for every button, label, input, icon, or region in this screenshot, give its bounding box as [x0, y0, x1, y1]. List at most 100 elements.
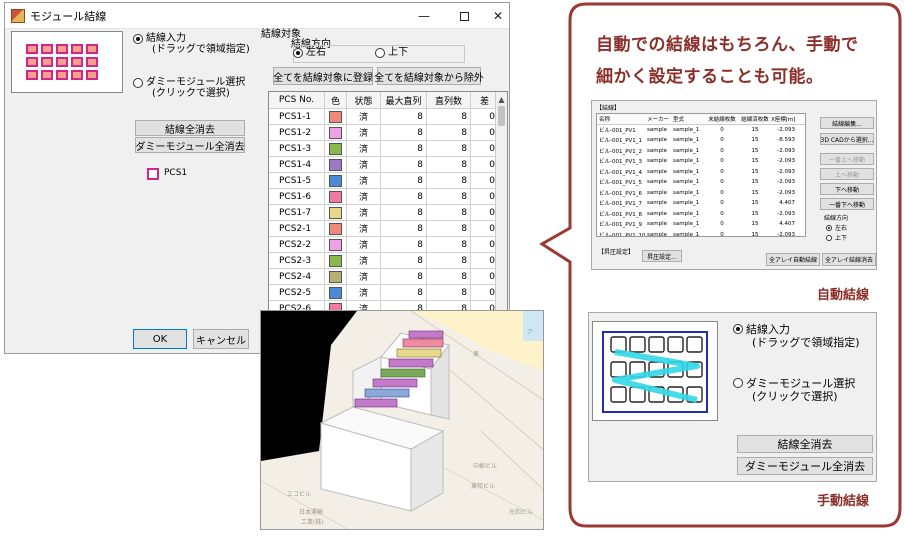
table-row[interactable]: ビル-001_PV1_1 sample sample_1 0 15 -8.593 [597, 135, 805, 146]
move-up-button[interactable]: 上へ移動 [820, 168, 874, 180]
cell-x: -2.093 [777, 126, 795, 133]
col-unwired[interactable]: 未結線枚数 [703, 115, 739, 123]
table-row[interactable]: ビル-001_PV1_3 sample sample_1 0 15 -2.093 [597, 156, 805, 167]
move-bottom-button[interactable]: 一番下へ移動 [820, 198, 874, 210]
cell-wired: 15 [751, 147, 759, 154]
cell-x: 4.407 [779, 200, 795, 207]
cell-maker: sample [647, 231, 667, 237]
cell-x: -2.093 [777, 210, 795, 217]
cell-unwired: 0 [720, 126, 724, 133]
array-table: 名称 メーカー 型式 未結線枚数 結線済枚数 X座標[m] ビル-001_PV1… [596, 113, 806, 237]
cell-unwired: 0 [720, 200, 724, 207]
radio-auto-dir-ud-label: 上下 [835, 235, 848, 242]
radio-manual-wiring-input-label: 結線入力 [746, 323, 790, 336]
radio-dot[interactable] [733, 378, 743, 388]
cell-unwired: 0 [720, 168, 724, 175]
cell-name: ビル-001_PV1_3 [599, 159, 643, 166]
manual-layout-canvas[interactable] [592, 321, 718, 421]
clear-all-wiring-button[interactable]: 全アレイ結線消去 [822, 253, 876, 266]
radio-dot[interactable] [733, 324, 743, 334]
cell-name: ビル-001_PV1_10 [599, 232, 645, 237]
cell-wired: 15 [751, 126, 759, 133]
select-from-3dcad-button[interactable]: 3D CADから選択... [820, 133, 874, 145]
cell-wired: 15 [751, 200, 759, 207]
col-model[interactable]: 型式 [671, 115, 703, 123]
cell-maker: sample [647, 158, 667, 165]
cell-unwired: 0 [720, 221, 724, 228]
cell-maker: sample [647, 137, 667, 144]
radio-auto-dir-lr-label: 左右 [835, 225, 848, 232]
radio-manual-dummy-select-sub: (クリックで選択) [752, 390, 838, 403]
wiring-group-label: 【結線】 [596, 105, 621, 112]
manual-wiring-panel: 結線入力 (ドラッグで領域指定) ダミーモジュール選択 (クリックで選択) 結線… [588, 312, 877, 482]
cell-name: ビル-001_PV1_8 [599, 211, 643, 218]
table-row[interactable]: ビル-001_PV1_7 sample sample_1 0 15 4.407 [597, 198, 805, 209]
callout-line-1: 自動での結線はもちろん、手動で [596, 35, 859, 55]
cell-x: -2.093 [777, 231, 795, 237]
radio-manual-wiring-input[interactable]: 結線入力 (ドラッグで領域指定) [733, 323, 860, 349]
cell-unwired: 0 [720, 137, 724, 144]
table-row[interactable]: ビル-001_PV1_6 sample sample_1 0 15 -2.093 [597, 188, 805, 199]
cell-wired: 15 [751, 231, 759, 237]
cell-maker: sample [647, 179, 667, 186]
cell-maker: sample [647, 147, 667, 154]
table-body: ビル-001_PV1 sample sample_1 0 15 -2.093 ビル-001_… [597, 125, 805, 237]
cell-wired: 15 [751, 179, 759, 186]
manual-clear-wiring-button[interactable]: 結線全消去 [737, 435, 873, 453]
cell-x: -2.093 [777, 168, 795, 175]
table-row[interactable]: ビル-001_PV1_8 sample sample_1 0 15 -2.093 [597, 209, 805, 220]
auto-dir-group-label: 結線方向 [824, 215, 849, 222]
cell-maker: sample [647, 210, 667, 217]
table-row[interactable]: ビル-001_PV1 sample sample_1 0 15 -2.093 [597, 125, 805, 136]
table-row[interactable]: ビル-001_PV1_9 sample sample_1 0 15 4.407 [597, 219, 805, 230]
auto-wiring-caption: 自動結線 [817, 288, 870, 303]
radio-manual-wiring-input-sub: (ドラッグで領域指定) [752, 336, 860, 349]
cell-x: -2.093 [777, 147, 795, 154]
col-x[interactable]: X座標[m] [769, 115, 799, 123]
cell-name: ビル-001_PV1_7 [599, 201, 643, 208]
manual-wiring-caption: 手動結線 [817, 494, 870, 509]
radio-auto-dir-ud[interactable]: 上下 [826, 233, 847, 242]
cell-model: sample_1 [673, 137, 700, 144]
cell-maker: sample [647, 189, 667, 196]
table-row[interactable]: ビル-001_PV1_10 sample sample_1 0 15 -2.093 [597, 230, 805, 237]
move-top-button[interactable]: 一番上へ移動 [820, 153, 874, 165]
table-row[interactable]: ビル-001_PV1_5 sample sample_1 0 15 -2.093 [597, 177, 805, 188]
manual-clear-dummy-button[interactable]: ダミーモジュール全消去 [737, 457, 873, 475]
table-header: 名称 メーカー 型式 未結線枚数 結線済枚数 X座標[m] [597, 114, 805, 125]
cell-unwired: 0 [720, 210, 724, 217]
table-row[interactable]: ビル-001_PV1_4 sample sample_1 0 15 -2.093 [597, 167, 805, 178]
radio-auto-dir-lr[interactable]: 左右 [826, 223, 847, 232]
col-wired[interactable]: 結線済枚数 [739, 115, 769, 123]
cell-model: sample_1 [673, 158, 700, 165]
col-name[interactable]: 名称 [597, 115, 645, 123]
auto-wiring-panel: 【結線】 名称 メーカー 型式 未結線枚数 結線済枚数 X座標[m] ビル-00… [591, 100, 877, 270]
cell-name: ビル-001_PV1_1 [599, 138, 643, 145]
cell-name: ビル-001_PV1_4 [599, 169, 643, 176]
cell-wired: 15 [751, 158, 759, 165]
cell-model: sample_1 [673, 168, 700, 175]
cell-name: ビル-001_PV1_9 [599, 222, 643, 229]
cell-model: sample_1 [673, 200, 700, 207]
boost-settings-button[interactable]: 昇圧設定... [642, 250, 682, 262]
auto-wire-all-button[interactable]: 全アレイ自動結線 [766, 253, 820, 266]
cell-x: -2.093 [777, 189, 795, 196]
cell-model: sample_1 [673, 189, 700, 196]
radio-dot[interactable] [826, 234, 832, 241]
cell-x: 4.407 [779, 221, 795, 228]
move-down-button[interactable]: 下へ移動 [820, 183, 874, 195]
cell-unwired: 0 [720, 179, 724, 186]
cell-name: ビル-001_PV1_2 [599, 148, 643, 155]
cell-model: sample_1 [673, 147, 700, 154]
table-row[interactable]: ビル-001_PV1_2 sample sample_1 0 15 -2.093 [597, 146, 805, 157]
radio-manual-dummy-select[interactable]: ダミーモジュール選択 (クリックで選択) [733, 377, 855, 403]
cell-model: sample_1 [673, 126, 700, 133]
edit-wiring-button[interactable]: 結線編集... [820, 117, 874, 129]
cell-unwired: 0 [720, 231, 724, 237]
manual-wiring-illustration [602, 331, 708, 413]
cell-unwired: 0 [720, 147, 724, 154]
radio-dot[interactable] [826, 224, 832, 231]
col-maker[interactable]: メーカー [645, 115, 671, 123]
cell-maker: sample [647, 168, 667, 175]
cell-maker: sample [647, 200, 667, 207]
